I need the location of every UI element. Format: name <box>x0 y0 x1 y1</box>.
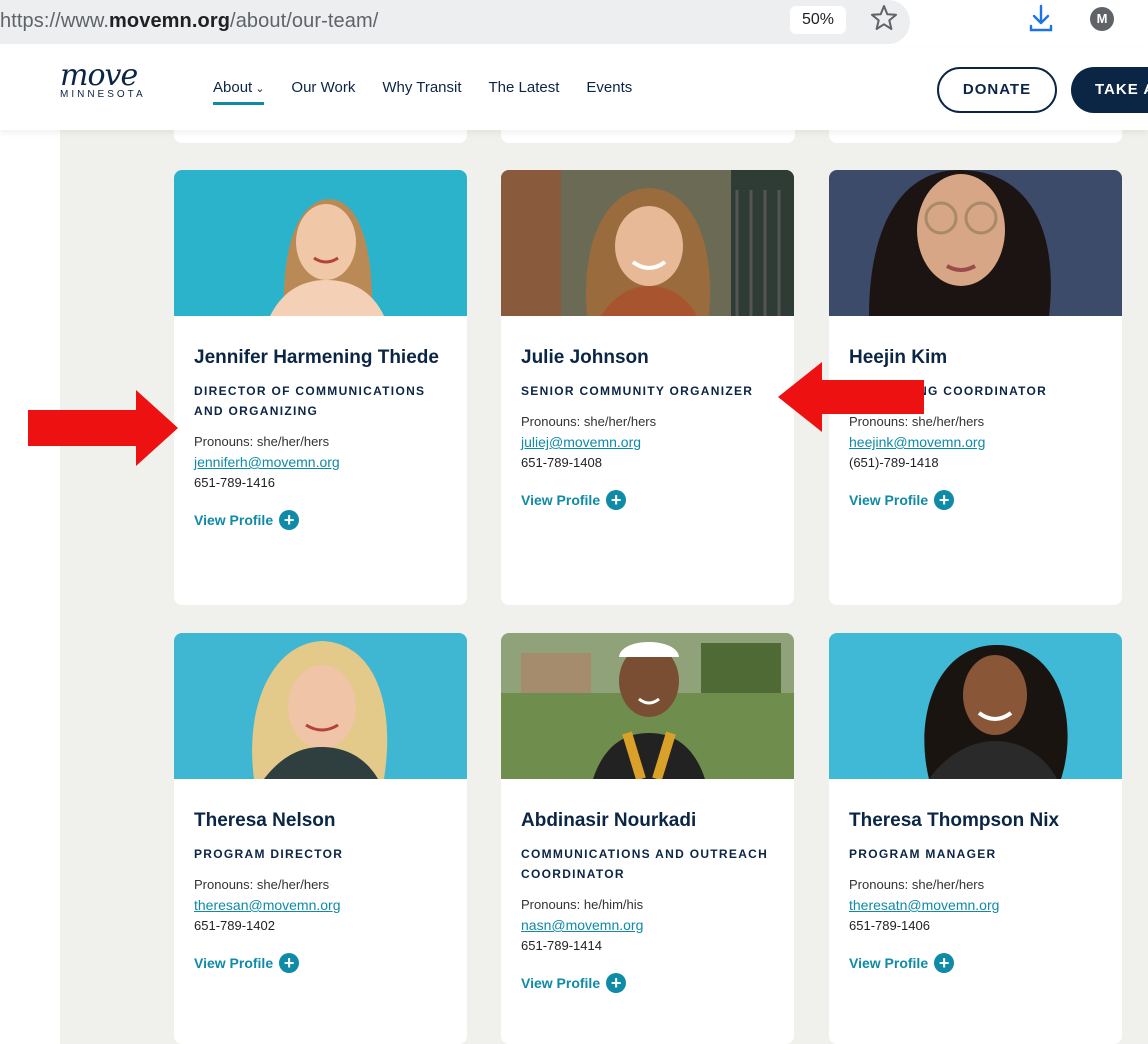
member-email-link[interactable]: nasn@movemn.org <box>521 915 774 935</box>
team-card-theresa-nelson: Theresa Nelson PROGRAM DIRECTOR Pronouns… <box>174 633 467 1044</box>
plus-circle-icon: + <box>606 490 627 510</box>
nav-the-latest[interactable]: The Latest <box>489 79 560 96</box>
member-email-link[interactable]: juliej@movemn.org <box>521 432 774 452</box>
plus-circle-icon: + <box>934 953 955 973</box>
member-email-link[interactable]: theresan@movemn.org <box>194 895 447 915</box>
plus-circle-icon: + <box>934 490 955 510</box>
take-action-button[interactable]: TAKE ACTION <box>1071 67 1148 113</box>
member-name: Theresa Thompson Nix <box>849 810 1060 831</box>
plus-circle-icon: + <box>279 510 300 530</box>
view-profile-button[interactable]: View Profile + <box>194 510 447 530</box>
member-phone: 651-789-1408 <box>521 455 602 470</box>
profile-photo <box>829 633 1122 779</box>
card-stub <box>501 130 795 143</box>
zoom-indicator[interactable]: 50% <box>790 6 846 34</box>
member-title: PROGRAM MANAGER <box>849 847 997 861</box>
browser-toolbar: https://www.movemn.org/about/our-team/ 5… <box>0 0 1148 48</box>
plus-circle-icon: + <box>279 953 300 973</box>
view-profile-button[interactable]: View Profile + <box>521 973 774 993</box>
donate-button[interactable]: DONATE <box>937 67 1057 113</box>
team-card-abdinasir: Abdinasir Nourkadi COMMUNICATIONS AND OU… <box>501 633 794 1044</box>
annotation-arrow-right-icon <box>28 390 178 466</box>
chevron-down-icon: ⌄ <box>255 83 265 95</box>
member-pronouns: Pronouns: she/her/hers <box>194 877 330 892</box>
member-email-link[interactable]: theresatn@movemn.org <box>849 895 1102 915</box>
member-pronouns: Pronouns: she/her/hers <box>521 414 657 429</box>
team-card-julie: Julie Johnson SENIOR COMMUNITY ORGANIZER… <box>501 170 794 605</box>
member-email-link[interactable]: jenniferh@movemn.org <box>194 452 447 472</box>
team-card-jennifer: Jennifer Harmening Thiede DIRECTOR OF CO… <box>174 170 467 605</box>
member-name: Theresa Nelson <box>194 810 336 831</box>
profile-photo <box>501 633 794 779</box>
nav-why-transit[interactable]: Why Transit <box>382 79 461 96</box>
view-profile-button[interactable]: View Profile + <box>849 490 1102 510</box>
nav-our-work[interactable]: Our Work <box>291 79 355 96</box>
card-stub <box>174 130 467 143</box>
main-nav: About ⌄ Our Work Why Transit The Latest E… <box>213 79 659 105</box>
member-title: SENIOR COMMUNITY ORGANIZER <box>521 384 754 398</box>
member-pronouns: Pronouns: she/her/hers <box>194 434 330 449</box>
member-phone: 651-789-1402 <box>194 918 275 933</box>
view-profile-button[interactable]: View Profile + <box>521 490 774 510</box>
member-pronouns: Pronouns: he/him/his <box>521 897 644 912</box>
download-icon[interactable] <box>1026 2 1056 36</box>
member-phone: (651)-789-1418 <box>849 455 939 470</box>
profile-photo <box>174 170 467 316</box>
member-pronouns: Pronouns: she/her/hers <box>849 877 985 892</box>
address-bar[interactable]: https://www.movemn.org/about/our-team/ 5… <box>0 0 910 44</box>
member-title: PROGRAM DIRECTOR <box>194 847 344 861</box>
view-profile-button[interactable]: View Profile + <box>849 953 1102 973</box>
member-phone: 651-789-1406 <box>849 918 930 933</box>
site-header: move MINNESOTA About ⌄ Our Work Why Trans… <box>0 48 1148 130</box>
member-name: Jennifer Harmening Thiede <box>194 347 439 368</box>
member-name: Julie Johnson <box>521 347 649 368</box>
account-avatar[interactable]: M <box>1090 7 1114 31</box>
member-phone: 651-789-1416 <box>194 475 275 490</box>
member-phone: 651-789-1414 <box>521 938 602 953</box>
profile-photo <box>174 633 467 779</box>
nav-about[interactable]: About ⌄ <box>213 79 265 105</box>
card-stub <box>829 130 1122 143</box>
view-profile-button[interactable]: View Profile + <box>194 953 447 973</box>
annotation-arrow-left-icon <box>778 362 924 432</box>
profile-photo <box>829 170 1122 316</box>
member-title: COMMUNICATIONS AND OUTREACH COORDINATOR <box>521 847 769 881</box>
nav-events[interactable]: Events <box>586 79 632 96</box>
member-title: DIRECTOR OF COMMUNICATIONS AND ORGANIZIN… <box>194 384 426 418</box>
bookmark-star-icon[interactable] <box>868 2 900 34</box>
profile-photo <box>501 170 794 316</box>
member-email-link[interactable]: heejink@movemn.org <box>849 432 1102 452</box>
member-name: Abdinasir Nourkadi <box>521 810 697 831</box>
move-minnesota-logo[interactable]: move MINNESOTA <box>60 58 172 110</box>
url-text[interactable]: https://www.movemn.org/about/our-team/ <box>0 10 378 33</box>
plus-circle-icon: + <box>606 973 627 993</box>
team-card-theresa-thompson-nix: Theresa Thompson Nix PROGRAM MANAGER Pro… <box>829 633 1122 1044</box>
